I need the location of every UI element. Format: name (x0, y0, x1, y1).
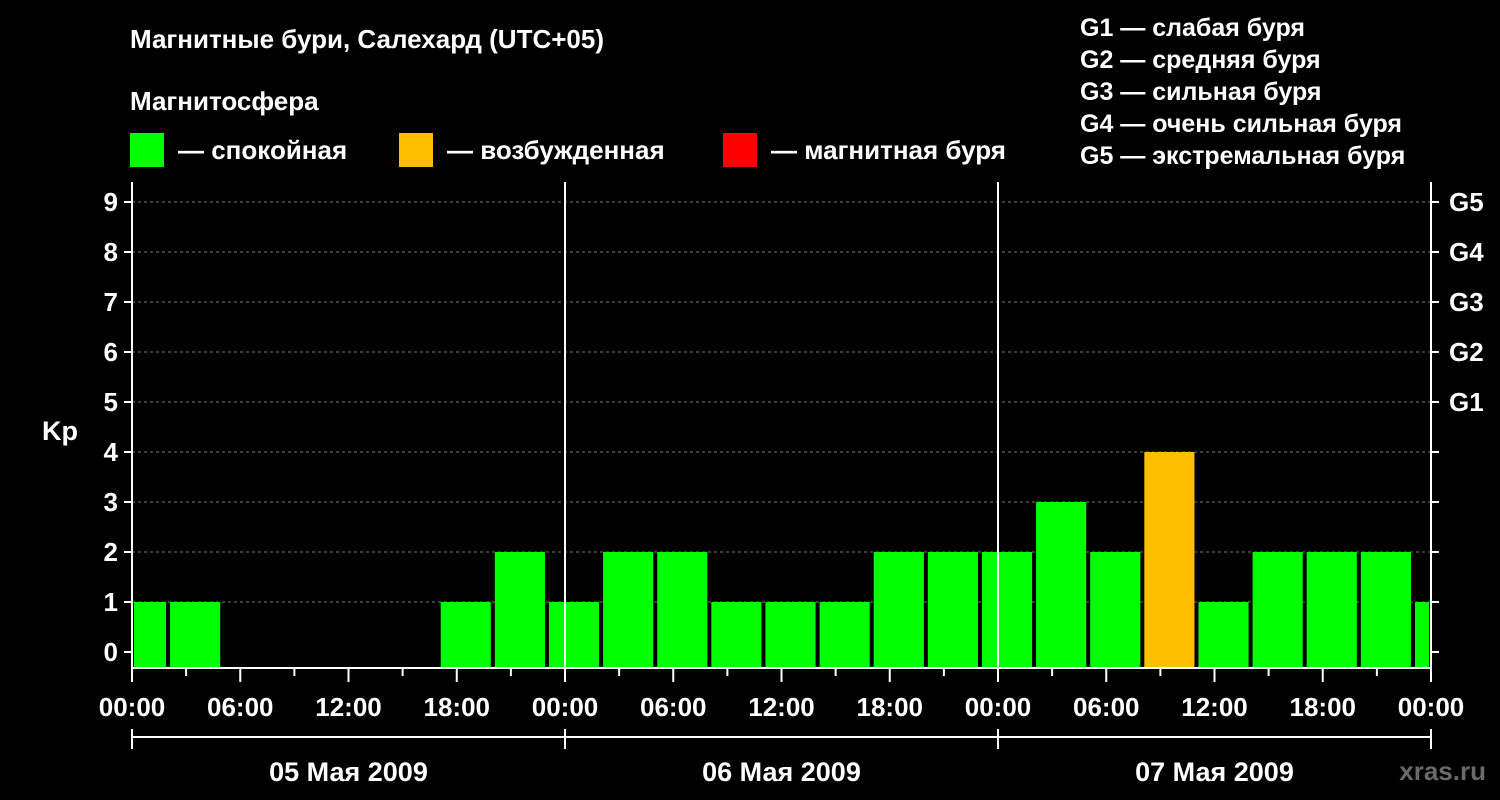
y-tick-label-2: 2 (104, 537, 118, 567)
x-tick-label-8: 00:00 (965, 692, 1032, 722)
kp-bar-10 (873, 552, 924, 668)
kp-bar-8 (765, 602, 816, 668)
x-tick-label-1: 06:00 (207, 692, 274, 722)
day-label-2: 07 Мая 2009 (1135, 757, 1294, 787)
grid-layer (132, 201, 1431, 603)
kp-bar-4 (548, 602, 600, 668)
x-tick-label-9: 06:00 (1073, 692, 1140, 722)
kp-bar-15 (1144, 452, 1195, 668)
g-level-label-g1: G1 (1449, 387, 1484, 417)
kp-bar-12 (981, 552, 1033, 668)
kp-bar-6 (657, 552, 708, 668)
y-tick-label-5: 5 (104, 387, 118, 417)
kp-bar-11 (927, 552, 978, 668)
x-tick-label-11: 18:00 (1290, 692, 1357, 722)
x-tick-label-4: 00:00 (532, 692, 599, 722)
kp-bar-13 (1036, 502, 1087, 668)
y-tick-label-3: 3 (104, 487, 118, 517)
x-tick-label-6: 12:00 (748, 692, 815, 722)
x-tick-label-12: 00:00 (1398, 692, 1465, 722)
axes-layer: 0 1 2 3 4 5 6 7 8 9 G1 G2 G3 G4 G5 00:00 06:00 12:00 18:00… (99, 182, 1484, 787)
kp-bar-20 (1414, 602, 1429, 668)
kp-bar-3 (494, 552, 545, 668)
g-level-label-g3: G3 (1449, 287, 1484, 317)
x-tick-label-0: 00:00 (99, 692, 166, 722)
y-tick-label-7: 7 (104, 287, 118, 317)
kp-bar-chart: 0 1 2 3 4 5 6 7 8 9 G1 G2 G3 G4 G5 00:00 06:00 12:00 18:00… (42, 182, 1484, 787)
y-tick-label-8: 8 (104, 237, 118, 267)
kp-bar-7 (711, 602, 762, 668)
kp-bar-17 (1252, 552, 1303, 668)
y-tick-label-0: 0 (104, 637, 118, 667)
kp-bar-0 (134, 602, 167, 668)
y-tick-label-9: 9 (104, 187, 118, 217)
kp-bar-9 (819, 602, 870, 668)
y-tick-label-1: 1 (104, 587, 118, 617)
g-level-label-g4: G4 (1449, 237, 1484, 267)
y-tick-label-4: 4 (104, 437, 119, 467)
kp-bar-14 (1090, 552, 1141, 668)
y-axis-label: Kp (42, 416, 78, 446)
x-tick-label-10: 12:00 (1181, 692, 1248, 722)
bars-layer (134, 452, 1429, 668)
g-level-label-g2: G2 (1449, 337, 1484, 367)
y-tick-label-6: 6 (104, 337, 118, 367)
kp-bar-1 (170, 602, 221, 668)
site-watermark: xras.ru (1399, 756, 1486, 786)
x-tick-label-5: 06:00 (640, 692, 707, 722)
x-tick-label-3: 18:00 (424, 692, 491, 722)
kp-bar-18 (1306, 552, 1357, 668)
g-level-label-g5: G5 (1449, 187, 1484, 217)
kp-bar-2 (440, 602, 491, 668)
day-label-0: 05 Мая 2009 (269, 757, 428, 787)
day-label-1: 06 Мая 2009 (702, 757, 861, 787)
x-tick-label-7: 18:00 (857, 692, 924, 722)
kp-bar-16 (1198, 602, 1249, 668)
kp-bar-5 (603, 552, 654, 668)
kp-bar-19 (1360, 552, 1411, 668)
x-tick-label-2: 12:00 (315, 692, 382, 722)
